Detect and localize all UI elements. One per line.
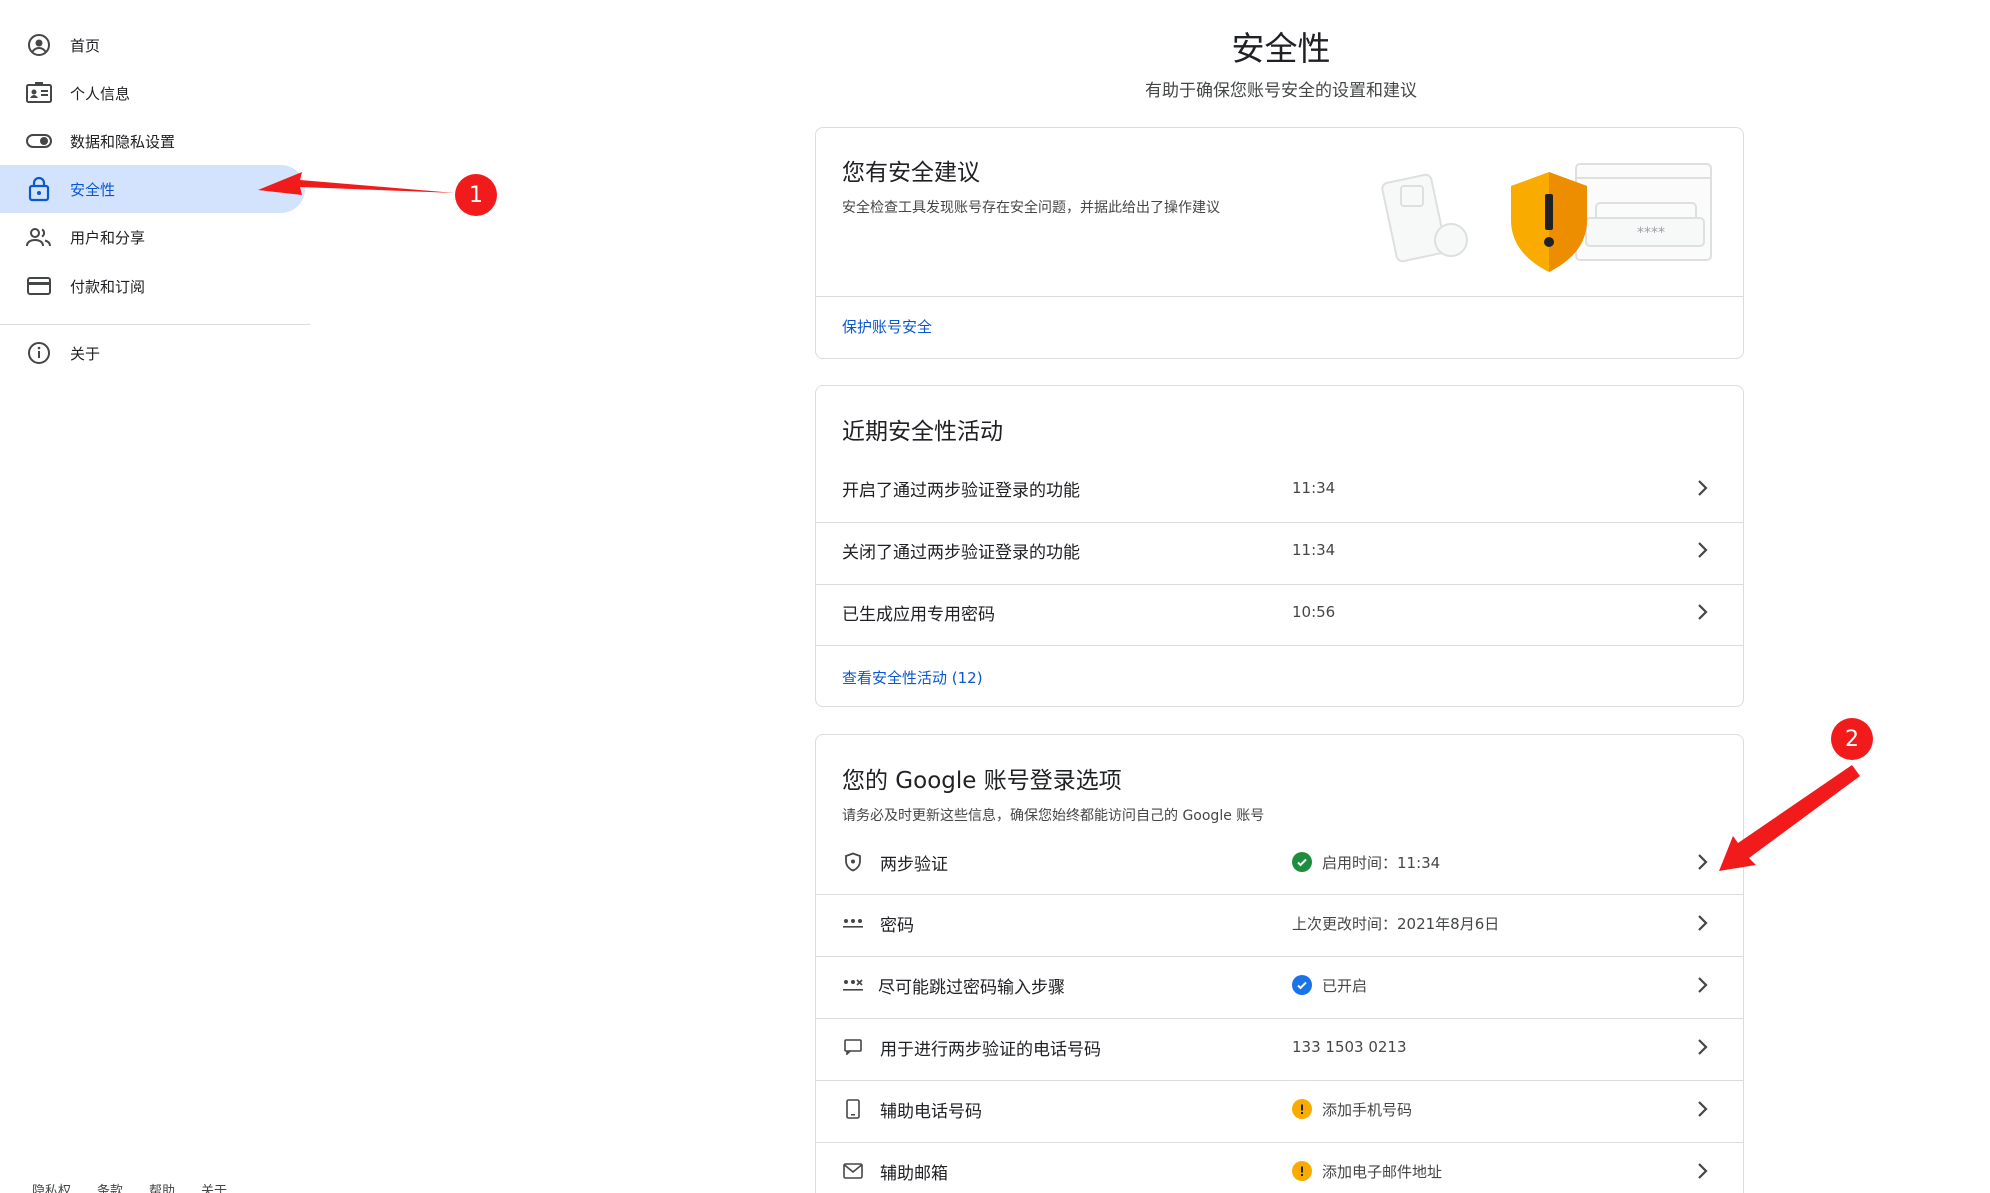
annotation-arrow-2 [1719, 765, 1860, 871]
annotation-arrow-1 [258, 172, 455, 195]
annotation-arrows [258, 172, 1860, 871]
annotation-badge-2: 2 [1831, 718, 1873, 760]
annotation-badge-1: 1 [455, 174, 497, 216]
